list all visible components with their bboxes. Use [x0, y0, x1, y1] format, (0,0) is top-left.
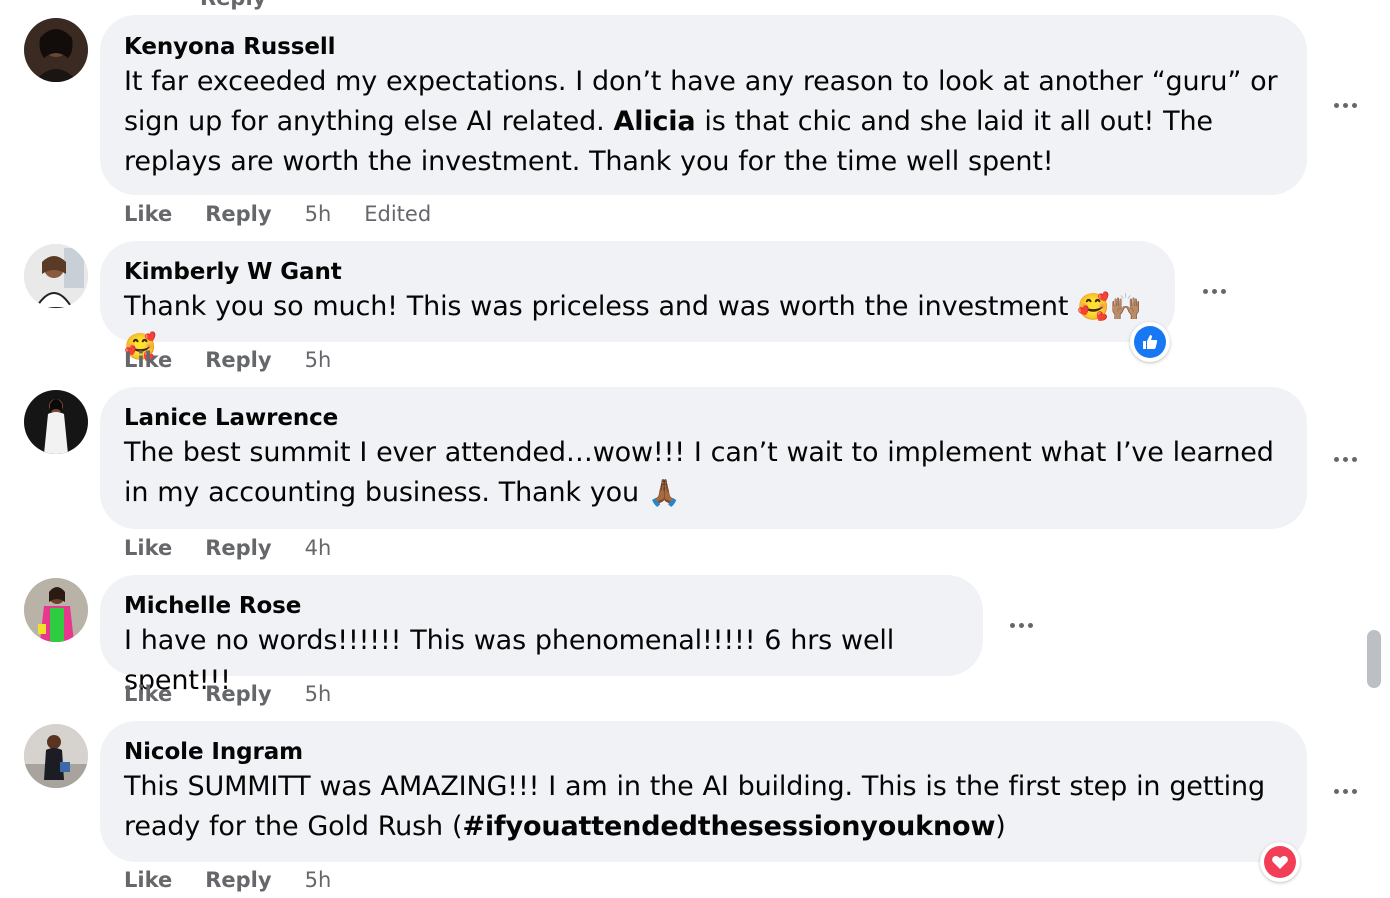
hashtag-link[interactable]: #ifyouattendedthesessionyouknow: [462, 811, 995, 842]
like-reaction-icon[interactable]: [1130, 322, 1170, 362]
comment-actions: Like Reply 5h: [124, 682, 364, 706]
avatar[interactable]: [24, 724, 88, 788]
comment-bubble: Michelle Rose I have no words!!!!!! This…: [100, 575, 983, 696]
comment-bubble: Nicole Ingram This SUMMITT was AMAZING!!…: [100, 721, 1307, 862]
folded-hands-emoji: 🙏🏾: [647, 478, 681, 509]
more-options-button[interactable]: [1003, 615, 1039, 635]
edited-label: Edited: [364, 202, 432, 226]
comment-actions: Like Reply 5h Edited: [124, 202, 431, 226]
timestamp[interactable]: 5h: [305, 348, 332, 372]
reply-button[interactable]: Reply: [205, 536, 271, 560]
smiling-hearts-emoji: 🥰: [1077, 292, 1110, 323]
timestamp[interactable]: 4h: [305, 536, 332, 560]
avatar[interactable]: [24, 18, 88, 82]
more-options-button[interactable]: [1327, 781, 1363, 801]
more-options-button[interactable]: [1196, 281, 1232, 301]
comment-author[interactable]: Nicole Ingram: [124, 737, 1283, 767]
raised-hands-emoji: 🙌🏽: [1109, 292, 1142, 323]
comment-actions: Like Reply 4h: [124, 536, 364, 560]
timestamp[interactable]: 5h: [305, 202, 332, 226]
like-button[interactable]: Like: [124, 202, 172, 226]
comment-text: This SUMMITT was AMAZING!!! I am in the …: [124, 771, 1265, 842]
love-reaction-icon[interactable]: [1260, 842, 1300, 882]
comment-text: It far exceeded my expectations. I don’t…: [124, 66, 1278, 177]
comment-bubble: Kenyona Russell It far exceeded my expec…: [100, 15, 1307, 195]
comment-bubble: Kimberly W Gant Thank you so much! This …: [100, 241, 1175, 361]
previous-reply-link[interactable]: Reply: [200, 0, 266, 10]
like-button[interactable]: Like: [124, 348, 172, 372]
timestamp[interactable]: 5h: [305, 682, 332, 706]
comment-text: The best summit I ever attended…wow!!! I…: [124, 437, 1274, 509]
like-button[interactable]: Like: [124, 536, 172, 560]
reply-button[interactable]: Reply: [205, 348, 271, 372]
comment-bubble: Lanice Lawrence The best summit I ever a…: [100, 387, 1307, 529]
comment-actions: Like Reply 5h: [124, 868, 364, 892]
avatar[interactable]: [24, 244, 88, 308]
mention-link[interactable]: Alicia: [613, 106, 695, 137]
comment-author[interactable]: Lanice Lawrence: [124, 403, 1283, 433]
scrollbar-thumb[interactable]: [1367, 630, 1381, 688]
comment-author[interactable]: Kenyona Russell: [124, 32, 1283, 62]
reply-button[interactable]: Reply: [205, 202, 271, 226]
more-options-button[interactable]: [1327, 449, 1363, 469]
like-button[interactable]: Like: [124, 682, 172, 706]
reply-button[interactable]: Reply: [205, 682, 271, 706]
like-button[interactable]: Like: [124, 868, 172, 892]
more-options-button[interactable]: [1327, 95, 1363, 115]
timestamp[interactable]: 5h: [305, 868, 332, 892]
reply-button[interactable]: Reply: [205, 868, 271, 892]
comment-author[interactable]: Kimberly W Gant: [124, 257, 1151, 287]
avatar[interactable]: [24, 578, 88, 642]
comment-actions: Like Reply 5h: [124, 348, 364, 372]
comment-author[interactable]: Michelle Rose: [124, 591, 959, 621]
avatar[interactable]: [24, 390, 88, 454]
